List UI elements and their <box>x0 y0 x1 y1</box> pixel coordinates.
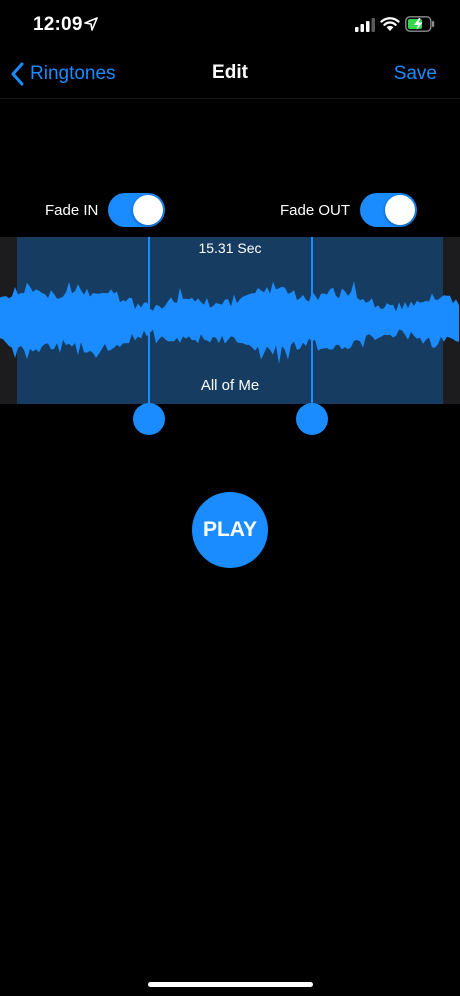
fade-out-label: Fade OUT <box>280 201 351 219</box>
play-button[interactable]: PLAY <box>192 492 268 568</box>
waveform-shape <box>0 281 459 364</box>
trim-end-line <box>311 237 313 407</box>
fade-in-label: Fade IN <box>45 201 99 219</box>
fade-controls: Fade IN Fade OUT <box>0 192 460 228</box>
trim-end-handle[interactable] <box>296 403 328 435</box>
home-indicator <box>148 982 313 987</box>
waveform-editor[interactable]: 15.31 Sec All of Me <box>0 237 460 404</box>
song-title: All of Me <box>200 377 260 394</box>
fade-out-toggle[interactable] <box>360 193 418 227</box>
cellular-signal-icon <box>355 18 375 32</box>
wifi-icon <box>380 17 400 31</box>
battery-charging-icon <box>405 16 435 32</box>
fade-out-control: Fade OUT <box>280 192 418 228</box>
trim-start-line <box>148 237 150 407</box>
fade-in-toggle[interactable] <box>108 193 166 227</box>
page-title: Edit <box>212 62 248 83</box>
status-bar: 12:09 <box>0 0 460 50</box>
toggle-knob <box>385 195 416 225</box>
status-time: 12:09 <box>33 14 83 35</box>
fade-in-control: Fade IN <box>45 192 166 228</box>
navigation-bar: Ringtones Edit Save <box>0 50 460 99</box>
toggle-knob <box>133 195 164 225</box>
duration-label: 15.31 Sec <box>198 240 262 256</box>
trim-start-handle[interactable] <box>133 403 165 435</box>
save-button[interactable]: Save <box>394 63 437 85</box>
ringtone-edit-screen: 12:09 Ringtones Edit Save Fade IN Fade O… <box>0 0 460 996</box>
location-arrow-icon <box>84 17 98 31</box>
